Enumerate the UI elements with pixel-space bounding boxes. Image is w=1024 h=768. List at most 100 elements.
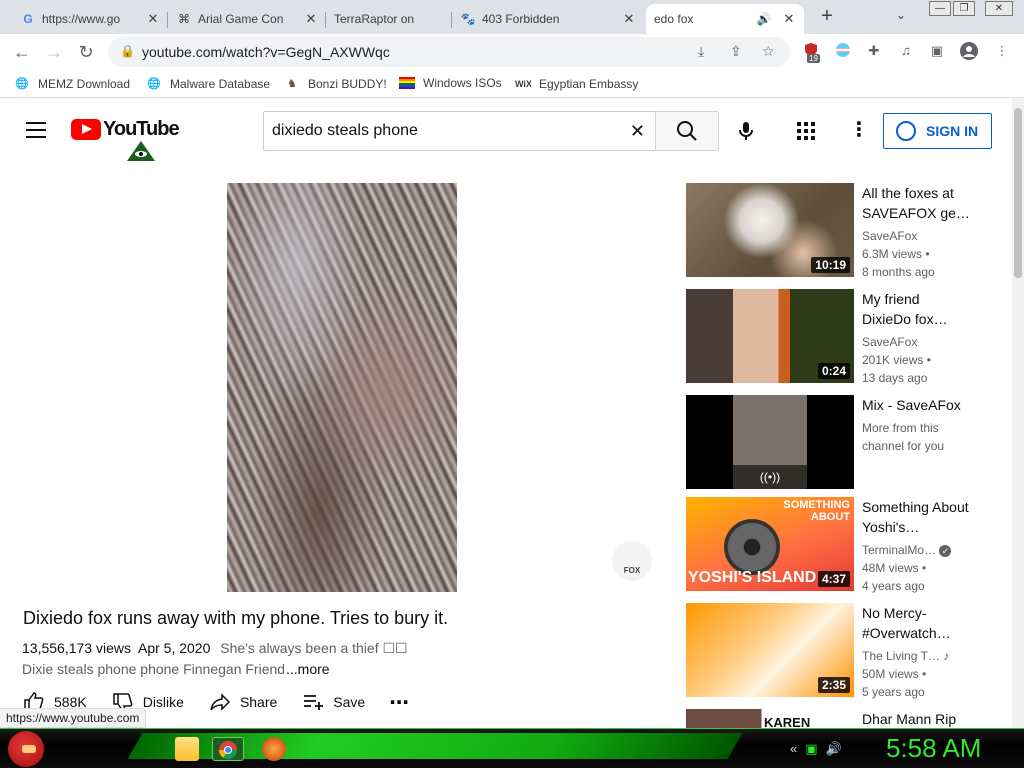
related-video[interactable]: KAREN BREAKS Dhar Mann Rip <box>686 709 996 728</box>
tab-arial-game[interactable]: ⌘ Arial Game Con ✕ <box>168 4 326 34</box>
microphone-icon[interactable] <box>734 119 758 143</box>
video-thumbnail[interactable]: ((•)) <box>686 395 854 489</box>
tab-403[interactable]: 🐾 403 Forbidden ✕ <box>452 4 644 34</box>
youtube-logo[interactable]: YouTube <box>71 118 180 141</box>
chrome-taskbar-button[interactable] <box>212 737 244 761</box>
bookmark-star-icon[interactable]: ☆ <box>762 43 775 60</box>
settings-more-icon[interactable]: ⋮ <box>849 119 869 143</box>
close-icon[interactable]: ✕ <box>622 11 636 27</box>
wix-icon: WiX <box>515 79 532 89</box>
site-icon: ⌘ <box>178 12 190 26</box>
share-button[interactable]: Share <box>208 690 277 714</box>
mix-playlist[interactable]: ((•)) Mix - SaveAFox More from this chan… <box>686 395 996 489</box>
bookmark-memz[interactable]: 🌐 MEMZ Download <box>14 76 130 92</box>
minigun-graphic <box>724 519 780 575</box>
related-video[interactable]: SOMETHING ABOUT YOSHI'S ISLAND 4:37 Some… <box>686 497 996 593</box>
menu-icon[interactable] <box>26 122 46 138</box>
video-thumbnail[interactable]: KAREN BREAKS <box>686 709 854 728</box>
clear-search-icon[interactable]: ✕ <box>630 121 645 142</box>
volume-icon[interactable]: 🔊 <box>826 741 842 757</box>
file-explorer-icon[interactable] <box>175 737 199 761</box>
bookmark-windows-isos[interactable]: Windows ISOs <box>399 76 502 90</box>
related-video[interactable]: 10:19 All the foxes at SAVEAFOX ge… Save… <box>686 183 996 279</box>
video-player[interactable] <box>227 183 457 592</box>
chrome-icon <box>219 741 237 760</box>
extension-badge: 19 <box>807 54 820 63</box>
bonzi-icon: ♞ <box>287 78 297 90</box>
more-actions-icon[interactable]: ⋯ <box>389 690 409 715</box>
video-thumbnail[interactable]: 10:19 <box>686 183 854 277</box>
save-button[interactable]: Save <box>301 690 365 714</box>
globe-icon: 🌐 <box>147 78 161 90</box>
tab-search-icon[interactable]: ⌄ <box>896 8 906 22</box>
start-button-angry-bird-icon[interactable] <box>8 731 44 767</box>
forward-button[interactable]: → <box>44 42 64 62</box>
minimize-button[interactable]: — <box>929 1 951 16</box>
network-icon[interactable]: ▣ <box>805 741 817 757</box>
close-icon[interactable]: ✕ <box>146 11 160 27</box>
video-title: Dixiedo fox runs away with my phone. Tri… <box>23 608 449 628</box>
maximize-button[interactable]: ❐ <box>953 1 975 16</box>
profile-avatar-icon[interactable] <box>960 42 978 60</box>
related-video[interactable]: 2:35 No Mercy- #Overwatch… The Living T…… <box>686 603 996 699</box>
search-button[interactable] <box>655 111 719 151</box>
speaker-icon[interactable]: 🔊 <box>756 11 772 27</box>
video-thumbnail[interactable]: SOMETHING ABOUT YOSHI'S ISLAND 4:37 <box>686 497 854 591</box>
video-thumbnail[interactable]: 2:35 <box>686 603 854 697</box>
search-input[interactable] <box>264 112 604 150</box>
paw-icon: 🐾 <box>460 12 476 26</box>
video-tagline: She's always been a thief ☐☐ <box>220 640 408 656</box>
sign-in-button[interactable]: SIGN IN <box>883 113 992 149</box>
tab-terraraptor[interactable]: TerraRaptor on <box>326 4 452 34</box>
apps-grid-icon[interactable] <box>797 122 815 140</box>
related-video[interactable]: 0:24 My friend DixieDo fox… SaveAFox 201… <box>686 289 996 385</box>
music-note-icon: ♪ <box>943 649 950 663</box>
browser-menu-icon[interactable]: ⋮ <box>993 42 1011 60</box>
playlist-add-icon <box>304 695 324 710</box>
install-icon[interactable]: ⤓ <box>698 43 704 60</box>
show-more-link[interactable]: ...more <box>284 661 330 677</box>
extensions-puzzle-icon[interactable]: ✚ <box>865 42 883 60</box>
google-icon: G <box>23 12 33 26</box>
tab-active-youtube[interactable]: edo fox 🔊 ✕ <box>646 4 804 34</box>
view-count: 13,556,173 views <box>22 640 131 656</box>
tab-strip: G https://www.go ✕ ⌘ Arial Game Con ✕ Te… <box>0 0 1024 34</box>
bookmarks-bar: 🌐 MEMZ Download 🌐 Malware Database ♞ Bon… <box>0 70 1024 98</box>
verified-icon: ✓ <box>939 545 952 557</box>
taskbar-clock[interactable]: 5:58 AM <box>886 733 981 764</box>
close-icon[interactable]: ✕ <box>304 11 318 27</box>
side-panel-icon[interactable]: ▣ <box>928 42 946 60</box>
user-icon <box>896 121 916 141</box>
rainbow-flag-icon <box>399 77 415 89</box>
share-icon[interactable]: ⇪ <box>730 43 742 60</box>
back-button[interactable]: ← <box>12 42 32 62</box>
video-thumbnail[interactable]: 0:24 <box>686 289 854 383</box>
url-text[interactable]: youtube.com/watch?v=GegN_AXWWqc <box>142 44 390 60</box>
reload-button[interactable]: ↻ <box>76 42 96 62</box>
video-meta: 13,556,173 views Apr 5, 2020 She's alway… <box>22 640 408 657</box>
close-icon[interactable]: ✕ <box>782 11 796 27</box>
upload-date: Apr 5, 2020 <box>137 640 211 656</box>
app-taskbar-icon[interactable] <box>262 737 286 761</box>
system-tray: « ▣ 🔊 <box>790 741 842 757</box>
share-arrow-icon <box>210 693 230 711</box>
new-tab-button[interactable]: + <box>816 6 838 28</box>
browser-toolbar: ← → ↻ 🔒 youtube.com/watch?v=GegN_AXWWqc … <box>0 34 1024 70</box>
link-status-bar: https://www.youtube.com <box>0 708 147 728</box>
tray-expand-icon[interactable]: « <box>790 741 797 757</box>
video-description[interactable]: Dixie steals phone phone Finnegan Friend <box>22 661 302 677</box>
extension-flag-icon[interactable] <box>834 42 852 60</box>
bookmark-bonzi[interactable]: ♞ Bonzi BUDDY! <box>284 76 387 92</box>
lock-icon[interactable]: 🔒 <box>120 44 135 58</box>
bookmark-egyptian-embassy[interactable]: WiX Egyptian Embassy <box>515 76 638 92</box>
youtube-page: YouTube ✕ ⋮ SIGN IN FOX Dixiedo fox runs… <box>0 98 1012 728</box>
address-bar[interactable]: 🔒 youtube.com/watch?v=GegN_AXWWqc ⤓ ⇪ ☆ <box>108 37 790 67</box>
page-scrollbar[interactable] <box>1012 98 1024 728</box>
mix-radio-icon: ((•)) <box>686 465 854 489</box>
media-control-icon[interactable]: ♫ <box>897 42 915 60</box>
bookmark-malware-db[interactable]: 🌐 Malware Database <box>146 76 270 92</box>
tab-google[interactable]: G https://www.go ✕ <box>12 4 168 34</box>
close-window-button[interactable]: ✕ <box>985 1 1013 16</box>
search-icon <box>677 121 697 141</box>
channel-watermark[interactable]: FOX <box>612 541 652 581</box>
